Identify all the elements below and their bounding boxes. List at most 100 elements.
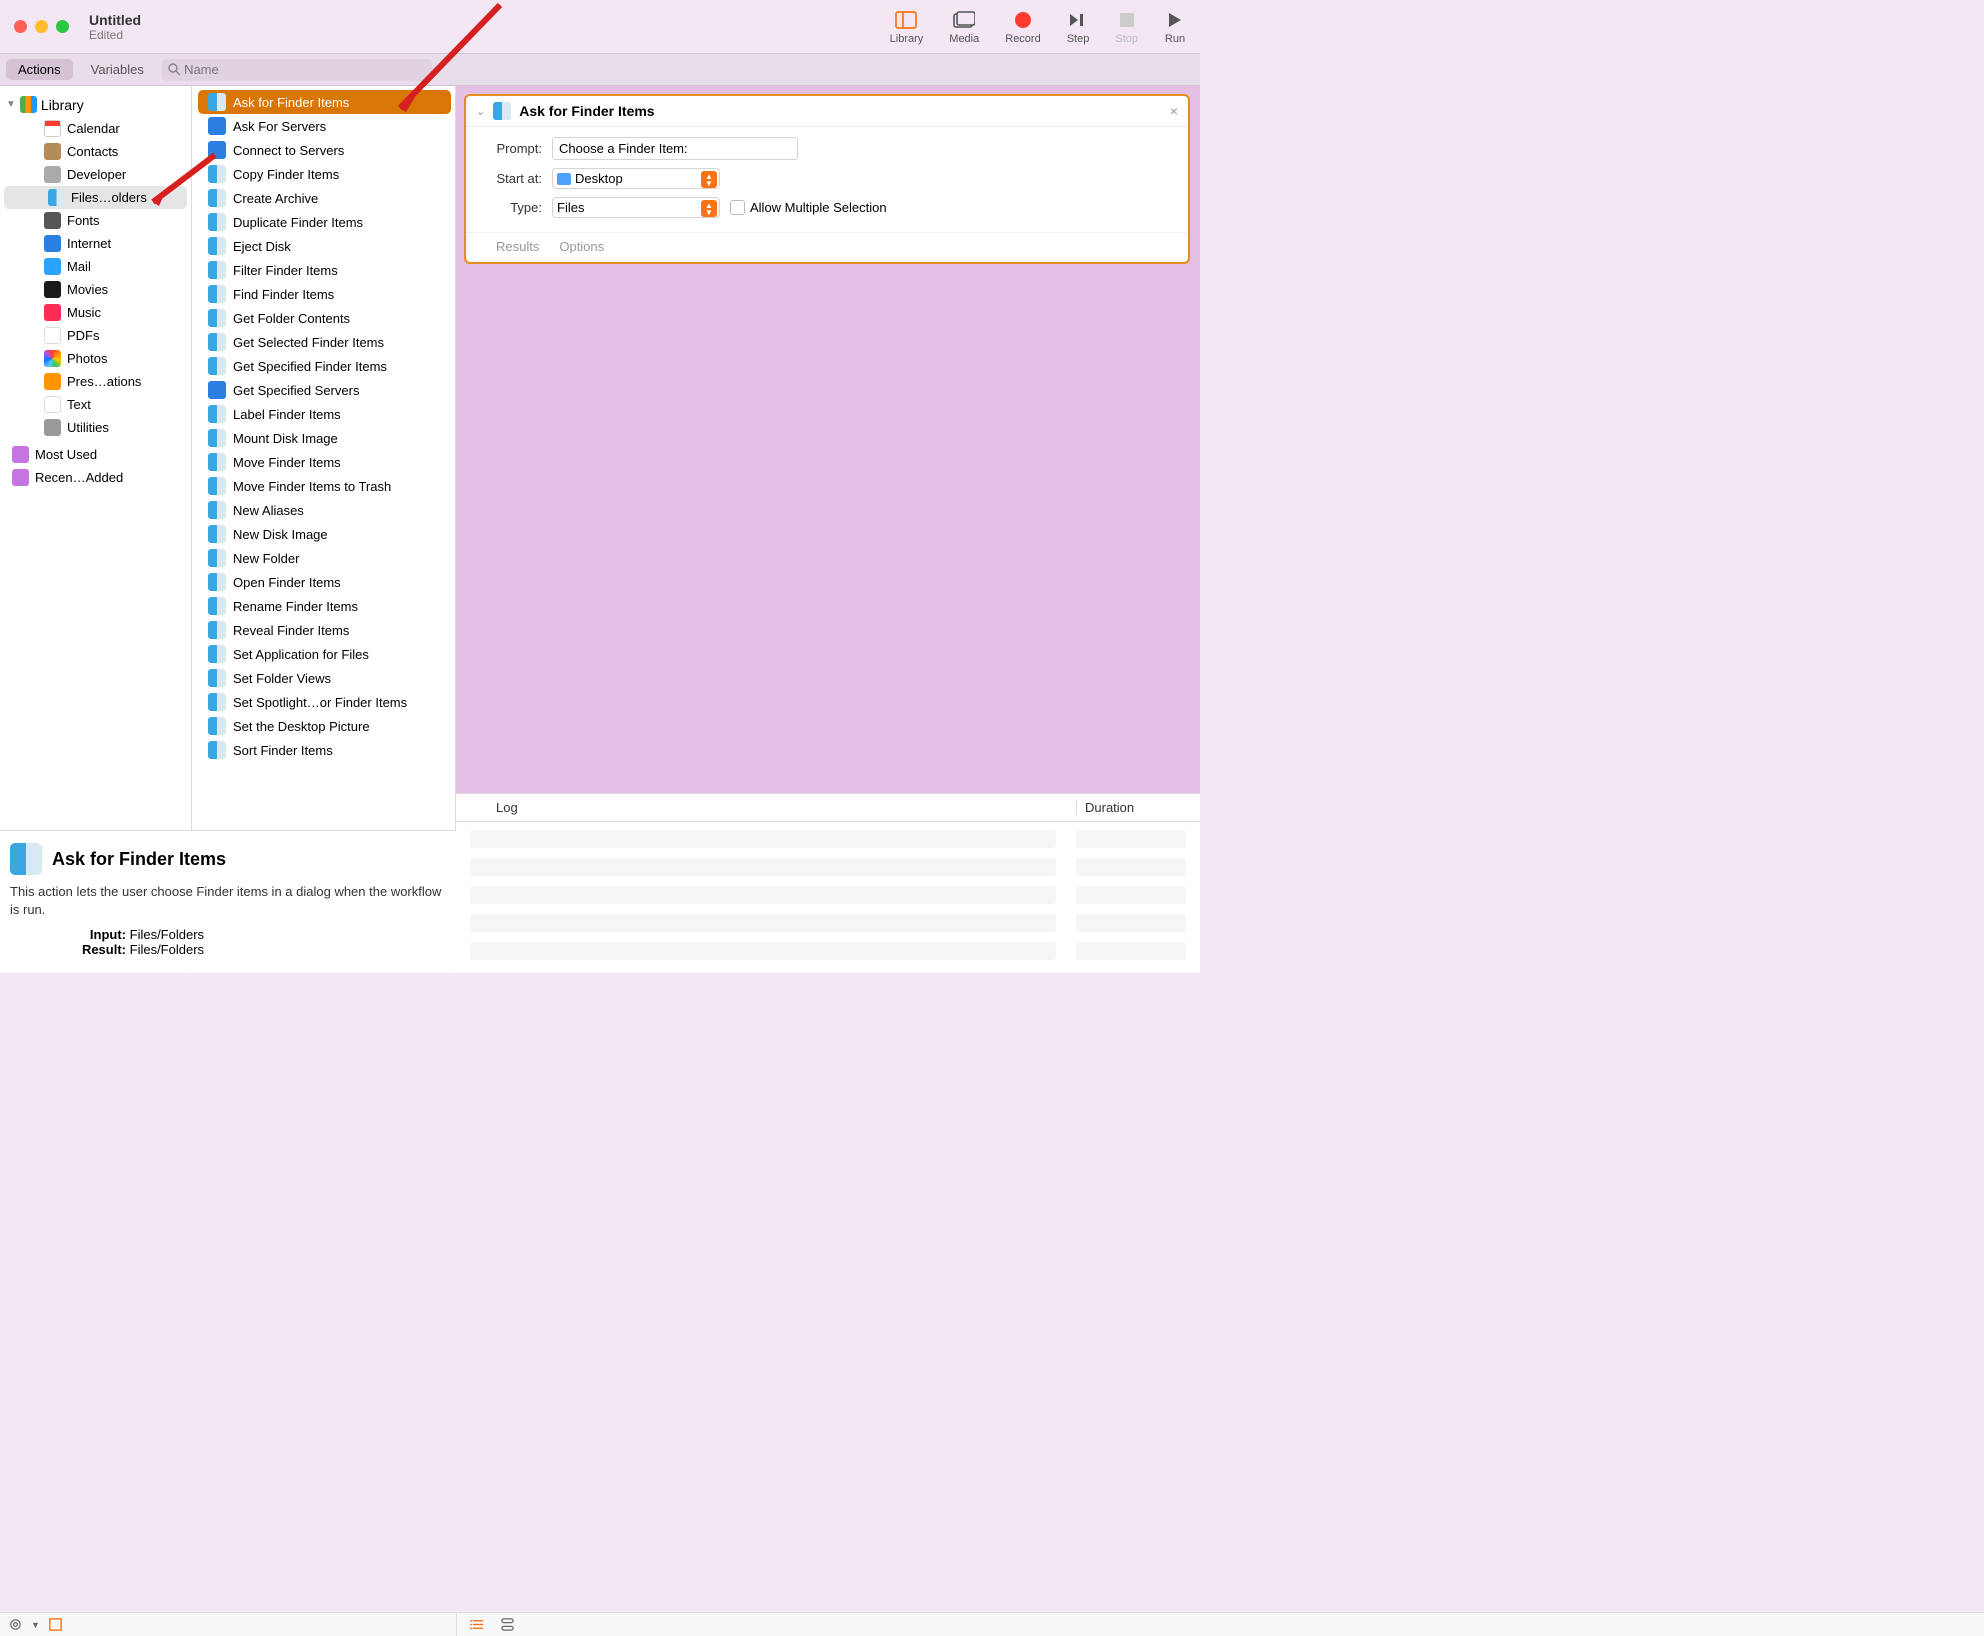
action-item[interactable]: New Aliases: [198, 498, 451, 522]
checkbox-box: [730, 200, 745, 215]
tab-options[interactable]: Options: [559, 239, 604, 254]
library-item-label: Photos: [67, 351, 107, 366]
action-item[interactable]: Duplicate Finder Items: [198, 210, 451, 234]
library-item[interactable]: Calendar: [0, 117, 191, 140]
folder-icon: [12, 469, 29, 486]
toggle-library-button[interactable]: Library: [890, 9, 924, 45]
library-item[interactable]: Fonts: [0, 209, 191, 232]
action-item[interactable]: Get Selected Finder Items: [198, 330, 451, 354]
action-item-label: Set the Desktop Picture: [233, 719, 370, 734]
action-item-label: Get Specified Finder Items: [233, 359, 387, 374]
step-button[interactable]: Step: [1067, 9, 1090, 45]
window-minimize-button[interactable]: [35, 20, 48, 33]
action-icon: [208, 213, 226, 231]
action-item-label: Connect to Servers: [233, 143, 344, 158]
action-item[interactable]: Reveal Finder Items: [198, 618, 451, 642]
action-icon: [208, 333, 226, 351]
tab-results[interactable]: Results: [496, 239, 539, 254]
description-title: Ask for Finder Items: [52, 849, 226, 870]
action-item[interactable]: New Disk Image: [198, 522, 451, 546]
action-item[interactable]: Filter Finder Items: [198, 258, 451, 282]
media-button[interactable]: Media: [949, 9, 979, 45]
action-item[interactable]: Copy Finder Items: [198, 162, 451, 186]
chevron-down-icon[interactable]: ▼: [31, 1620, 40, 1630]
tab-actions[interactable]: Actions: [6, 59, 73, 80]
category-icon: [48, 189, 65, 206]
action-item[interactable]: Connect to Servers: [198, 138, 451, 162]
action-item[interactable]: Find Finder Items: [198, 282, 451, 306]
record-label: Record: [1005, 33, 1040, 45]
action-item-label: Reveal Finder Items: [233, 623, 349, 638]
action-item[interactable]: Set Folder Views: [198, 666, 451, 690]
close-card-button[interactable]: ×: [1170, 103, 1178, 119]
library-item[interactable]: Text: [0, 393, 191, 416]
action-item[interactable]: Sort Finder Items: [198, 738, 451, 762]
search-field[interactable]: [162, 59, 432, 81]
action-icon: [208, 165, 226, 183]
library-item[interactable]: Contacts: [0, 140, 191, 163]
action-card-ask-finder: ⌄ Ask for Finder Items × Prompt: Start a…: [464, 94, 1190, 264]
prompt-input[interactable]: [552, 137, 798, 160]
run-button[interactable]: Run: [1164, 9, 1186, 45]
category-icon: [44, 281, 61, 298]
log-row: [470, 942, 1186, 960]
action-item[interactable]: Set the Desktop Picture: [198, 714, 451, 738]
action-item[interactable]: Label Finder Items: [198, 402, 451, 426]
workflow-canvas[interactable]: ⌄ Ask for Finder Items × Prompt: Start a…: [456, 86, 1200, 793]
gear-icon[interactable]: [8, 1617, 23, 1632]
action-item[interactable]: Open Finder Items: [198, 570, 451, 594]
window-zoom-button[interactable]: [56, 20, 69, 33]
library-item[interactable]: Files…olders: [4, 186, 187, 209]
stop-square-icon[interactable]: [48, 1617, 63, 1632]
library-item[interactable]: Utilities: [0, 416, 191, 439]
list-icon[interactable]: [470, 1617, 485, 1632]
action-item-label: Eject Disk: [233, 239, 291, 254]
search-input[interactable]: [184, 62, 426, 77]
action-item[interactable]: Move Finder Items to Trash: [198, 474, 451, 498]
type-popup[interactable]: Files ▲▼: [552, 197, 720, 218]
library-item[interactable]: Internet: [0, 232, 191, 255]
action-icon: [208, 453, 226, 471]
action-item[interactable]: Get Specified Servers: [198, 378, 451, 402]
library-item[interactable]: Recen…Added: [0, 466, 191, 489]
tab-variables[interactable]: Variables: [79, 59, 156, 80]
action-icon: [208, 117, 226, 135]
action-item[interactable]: Ask for Finder Items: [198, 90, 451, 114]
action-item[interactable]: Eject Disk: [198, 234, 451, 258]
category-icon: [44, 396, 61, 413]
library-item-label: Music: [67, 305, 101, 320]
library-item[interactable]: Developer: [0, 163, 191, 186]
library-root[interactable]: ▼ Library: [0, 92, 191, 117]
start-at-popup[interactable]: Desktop ▲▼: [552, 168, 720, 189]
library-item[interactable]: Photos: [0, 347, 191, 370]
library-item[interactable]: Movies: [0, 278, 191, 301]
action-item[interactable]: Get Folder Contents: [198, 306, 451, 330]
action-icon: [208, 573, 226, 591]
category-icon: [44, 143, 61, 160]
action-item[interactable]: Rename Finder Items: [198, 594, 451, 618]
duration-header: Duration: [1076, 800, 1200, 815]
action-item[interactable]: Ask For Servers: [198, 114, 451, 138]
flow-icon[interactable]: [500, 1617, 515, 1632]
category-icon: [44, 212, 61, 229]
library-item[interactable]: Most Used: [0, 443, 191, 466]
library-item[interactable]: Pres…ations: [0, 370, 191, 393]
category-icon: [44, 350, 61, 367]
library-item[interactable]: Music: [0, 301, 191, 324]
action-item[interactable]: Move Finder Items: [198, 450, 451, 474]
library-item[interactable]: Mail: [0, 255, 191, 278]
log-row: [470, 830, 1186, 848]
action-item[interactable]: Mount Disk Image: [198, 426, 451, 450]
action-item[interactable]: Get Specified Finder Items: [198, 354, 451, 378]
allow-multiple-checkbox[interactable]: Allow Multiple Selection: [730, 200, 887, 215]
action-item[interactable]: Set Spotlight…or Finder Items: [198, 690, 451, 714]
action-item[interactable]: Create Archive: [198, 186, 451, 210]
record-button[interactable]: Record: [1005, 9, 1040, 45]
chevron-down-icon[interactable]: ⌄: [476, 105, 485, 118]
category-icon: [44, 373, 61, 390]
library-item[interactable]: PDFs: [0, 324, 191, 347]
finder-icon: [493, 102, 511, 120]
window-close-button[interactable]: [14, 20, 27, 33]
action-item[interactable]: New Folder: [198, 546, 451, 570]
action-item[interactable]: Set Application for Files: [198, 642, 451, 666]
